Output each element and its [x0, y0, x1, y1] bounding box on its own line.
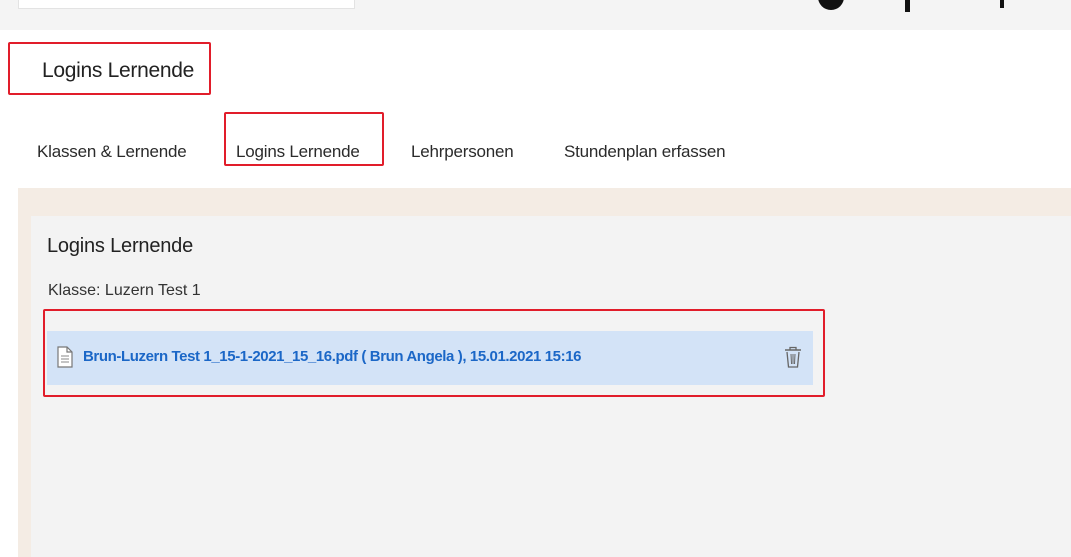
tab-klassen-lernende[interactable]: Klassen & Lernende	[37, 142, 187, 162]
logo-bar-icon	[905, 0, 910, 12]
search-input[interactable]	[18, 0, 355, 9]
klasse-label: Klasse: Luzern Test 1	[48, 282, 201, 299]
logo-dot-icon	[1000, 0, 1004, 8]
top-header-strip	[0, 0, 1071, 30]
page-title: Logins Lernende	[42, 59, 194, 82]
panel-title: Logins Lernende	[47, 235, 194, 257]
logo-icon	[812, 0, 850, 12]
tab-lehrpersonen[interactable]: Lehrpersonen	[411, 142, 514, 162]
tab-highlight	[224, 112, 384, 166]
tab-bar: Klassen & Lernende Logins Lernende Lehrp…	[0, 112, 1071, 188]
tab-stundenplan-erfassen[interactable]: Stundenplan erfassen	[564, 142, 726, 162]
file-row-highlight	[43, 309, 825, 397]
